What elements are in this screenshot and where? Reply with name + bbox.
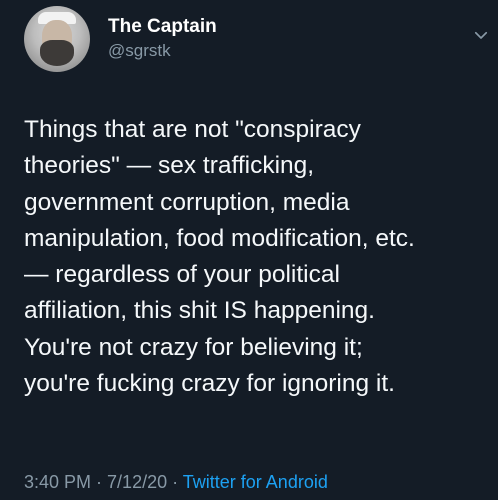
author-handle[interactable]: @sgrstk [108, 40, 217, 62]
chevron-down-icon[interactable] [472, 26, 490, 44]
tweet-text: Things that are not "conspiracy theories… [24, 116, 415, 398]
tweet-source-link[interactable]: Twitter for Android [183, 472, 328, 492]
avatar-beard [40, 40, 74, 66]
avatar[interactable] [24, 6, 90, 72]
tweet-card: The Captain @sgrstk Things that are not … [0, 0, 498, 500]
author-block[interactable]: The Captain @sgrstk [108, 16, 217, 62]
tweet-meta: 3:40 PM · 7/12/20 · Twitter for Android [24, 472, 328, 493]
meta-separator: · [91, 472, 108, 492]
meta-separator: · [167, 472, 183, 492]
author-display-name[interactable]: The Captain [108, 16, 217, 38]
tweet-time[interactable]: 3:40 PM [24, 472, 91, 492]
tweet-date[interactable]: 7/12/20 [107, 472, 167, 492]
